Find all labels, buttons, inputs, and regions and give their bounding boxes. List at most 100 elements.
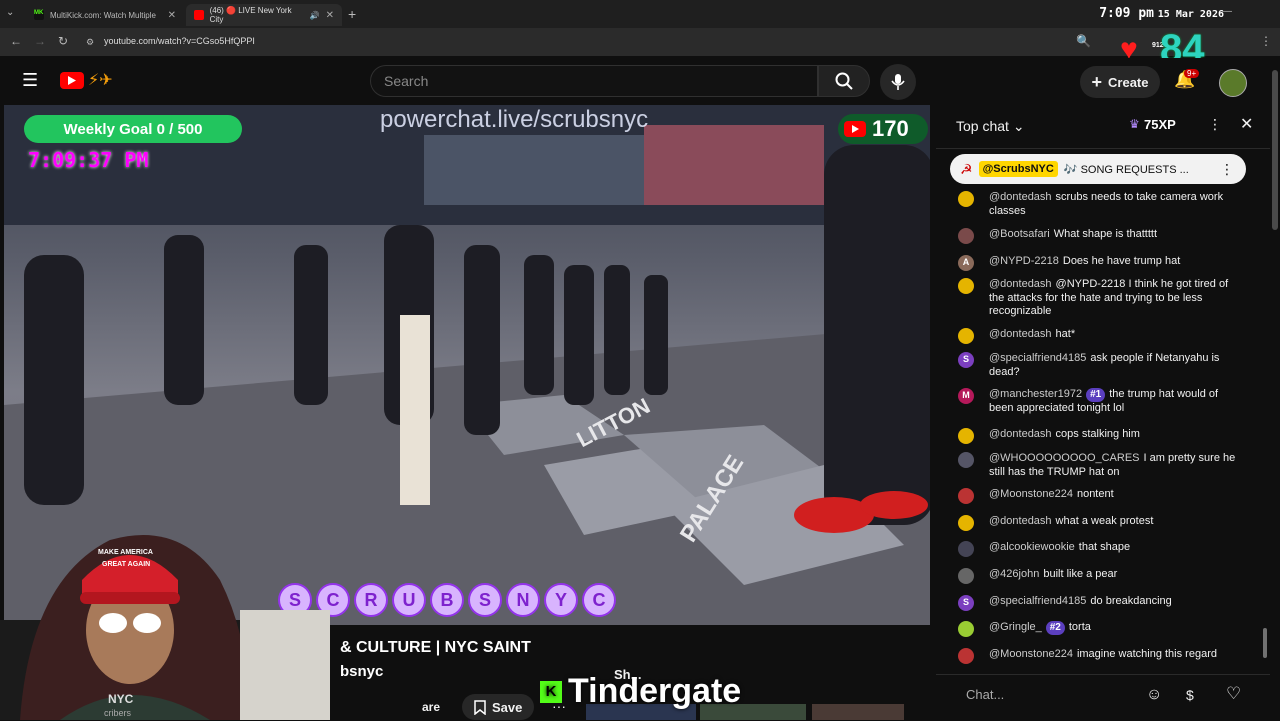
shorts-thumbnail[interactable] bbox=[812, 704, 904, 720]
top-chat-label: Top chat bbox=[956, 118, 1009, 134]
url-field[interactable]: youtube.com/watch?v=CGso5HfQPPI bbox=[104, 36, 255, 46]
avatar[interactable]: M bbox=[958, 388, 974, 404]
site-info-icon[interactable]: ⚙ bbox=[86, 37, 94, 48]
chat-author[interactable]: @dontedash bbox=[989, 278, 1052, 290]
chat-author[interactable]: @NYPD-2218 bbox=[989, 255, 1059, 267]
chat-message[interactable]: @Moonstone224 imagine watching this regar… bbox=[958, 648, 1240, 664]
chat-author[interactable]: @specialfriend4185 bbox=[989, 595, 1086, 607]
avatar[interactable] bbox=[958, 228, 974, 244]
tab-youtube[interactable]: (46) 🔴 LIVE New York City 🔊 ✕ bbox=[186, 4, 342, 26]
avatar[interactable] bbox=[958, 191, 974, 207]
chat-input[interactable]: Chat... bbox=[966, 682, 1146, 713]
chat-author[interactable]: @Moonstone224 bbox=[989, 488, 1073, 500]
avatar[interactable]: S bbox=[958, 595, 974, 611]
chat-author[interactable]: @specialfriend4185 bbox=[989, 352, 1086, 364]
top-chat-dropdown[interactable]: Top chat ⌄ bbox=[956, 118, 1025, 135]
pinned-message[interactable]: ☭ @ScrubsNYC 🎶 SONG REQUESTS ... ⋮ bbox=[950, 154, 1246, 184]
search-button[interactable] bbox=[818, 65, 870, 97]
avatar[interactable]: S bbox=[958, 352, 974, 368]
back-icon[interactable]: ← bbox=[10, 34, 22, 48]
chat-message[interactable]: @Bootsafari What shape is thattttt bbox=[958, 228, 1240, 244]
chat-message[interactable]: @dontedash cops stalking him bbox=[958, 428, 1240, 444]
super-chat-icon[interactable]: $ bbox=[1186, 687, 1194, 703]
chat-scrollbar[interactable] bbox=[1262, 148, 1268, 668]
chat-message[interactable]: @dontedash what a weak protest bbox=[958, 515, 1240, 531]
chat-author[interactable]: @426john bbox=[989, 568, 1039, 580]
chat-message[interactable]: @Gringle_ #2 torta bbox=[958, 621, 1240, 637]
chat-message[interactable]: M @manchester1972 #1 the trump hat would of… bbox=[958, 388, 1240, 415]
minimize-icon[interactable]: — bbox=[1222, 6, 1232, 17]
voice-search-button[interactable] bbox=[880, 64, 916, 100]
pinned-menu-icon[interactable]: ⋮ bbox=[1220, 161, 1234, 178]
create-label: Create bbox=[1108, 74, 1149, 90]
youtube-logo-icon[interactable] bbox=[60, 72, 84, 89]
avatar[interactable] bbox=[958, 515, 974, 531]
weekly-goal-badge: Weekly Goal 0 / 500 bbox=[24, 115, 242, 143]
chat-message[interactable]: @dontedash hat* bbox=[958, 328, 1240, 344]
search-input[interactable]: Search bbox=[384, 73, 428, 89]
avatar[interactable] bbox=[958, 328, 974, 344]
chat-author[interactable]: @WHOOOOOOOOO_CARES bbox=[989, 452, 1140, 464]
audio-icon[interactable]: 🔊 bbox=[310, 11, 320, 20]
chat-scroll-thumb[interactable] bbox=[1263, 628, 1267, 658]
chat-message[interactable]: S @specialfriend4185 do breakdancing bbox=[958, 595, 1240, 611]
chat-author[interactable]: @Bootsafari bbox=[989, 228, 1050, 240]
chat-message[interactable]: @WHOOOOOOOOO_CARES I am pretty sure he st… bbox=[958, 452, 1240, 479]
new-tab-icon[interactable]: + bbox=[348, 6, 356, 22]
bookmark-icon bbox=[474, 699, 486, 715]
close-chat-icon[interactable]: ✕ bbox=[1240, 114, 1253, 134]
chat-author[interactable]: @dontedash bbox=[989, 191, 1052, 203]
forward-icon[interactable]: → bbox=[34, 34, 46, 48]
avatar[interactable] bbox=[958, 541, 974, 557]
chat-message-body: @Moonstone224 imagine watching this regar… bbox=[989, 648, 1240, 662]
tab-multikick[interactable]: MK MultiKick.com: Watch Multiple ✕ bbox=[26, 4, 184, 26]
emoji-icon[interactable]: ☺ bbox=[1146, 686, 1162, 704]
create-button[interactable]: + Create bbox=[1080, 66, 1160, 98]
avatar[interactable] bbox=[958, 488, 974, 504]
chat-message[interactable]: @dontedash scrubs needs to take camera wo… bbox=[958, 191, 1240, 218]
tab-search-chevron-icon[interactable]: ⌄ bbox=[6, 7, 14, 18]
close-icon[interactable]: ✕ bbox=[168, 10, 176, 21]
chat-author[interactable]: @dontedash bbox=[989, 428, 1052, 440]
chat-author[interactable]: @dontedash bbox=[989, 515, 1052, 527]
avatar[interactable] bbox=[958, 278, 974, 294]
chat-author[interactable]: @alcookiewookie bbox=[989, 541, 1075, 553]
chat-author[interactable]: @Gringle_ bbox=[989, 621, 1042, 633]
chat-message[interactable]: @426john built like a pear bbox=[958, 568, 1240, 584]
multikick-favicon-icon: MK bbox=[34, 10, 44, 20]
channel-name[interactable]: bsnyc bbox=[340, 663, 383, 680]
reload-icon[interactable]: ↻ bbox=[58, 34, 68, 48]
chat-message[interactable]: A @NYPD-2218 Does he have trump hat bbox=[958, 255, 1240, 271]
heart-reaction-icon[interactable]: ♡ bbox=[1226, 684, 1241, 704]
page-scroll-thumb[interactable] bbox=[1272, 70, 1278, 230]
chat-message-body: @Bootsafari What shape is thattttt bbox=[989, 228, 1240, 242]
chat-message[interactable]: @alcookiewookie that shape bbox=[958, 541, 1240, 557]
doodle-icon[interactable]: ⚡✈ bbox=[88, 70, 113, 90]
share-button[interactable]: are bbox=[422, 700, 440, 714]
search-input-box[interactable] bbox=[370, 65, 818, 97]
avatar[interactable] bbox=[958, 428, 974, 444]
chat-text: do breakdancing bbox=[1090, 595, 1172, 607]
browser-menu-icon[interactable]: ⋮ bbox=[1260, 34, 1272, 48]
close-icon[interactable]: ✕ bbox=[326, 10, 334, 21]
xp-badge[interactable]: 75XP bbox=[1144, 117, 1176, 132]
avatar[interactable] bbox=[958, 648, 974, 664]
account-avatar[interactable] bbox=[1219, 69, 1247, 97]
avatar[interactable]: A bbox=[958, 255, 974, 271]
chat-message[interactable]: @Moonstone224 nontent bbox=[958, 488, 1240, 504]
chat-message[interactable]: @dontedash @NYPD-2218 I think he got tire… bbox=[958, 278, 1240, 319]
chat-text: hat* bbox=[1055, 328, 1076, 340]
avatar[interactable] bbox=[958, 452, 974, 468]
hamburger-menu-icon[interactable]: ☰ bbox=[22, 70, 38, 91]
chat-author[interactable]: @dontedash bbox=[989, 328, 1052, 340]
avatar[interactable] bbox=[958, 568, 974, 584]
chat-author[interactable]: @Moonstone224 bbox=[989, 648, 1073, 660]
avatar[interactable] bbox=[958, 621, 974, 637]
save-button[interactable]: Save bbox=[462, 694, 535, 720]
zoom-icon[interactable]: 🔍 bbox=[1076, 34, 1091, 48]
chat-message-body: @dontedash cops stalking him bbox=[989, 428, 1240, 442]
chat-message[interactable]: S @specialfriend4185 ask people if Netanya… bbox=[958, 352, 1240, 379]
chevron-down-icon: ⌄ bbox=[1012, 118, 1025, 134]
chat-menu-icon[interactable]: ⋮ bbox=[1208, 116, 1222, 133]
chat-author[interactable]: @manchester1972 bbox=[989, 388, 1082, 400]
